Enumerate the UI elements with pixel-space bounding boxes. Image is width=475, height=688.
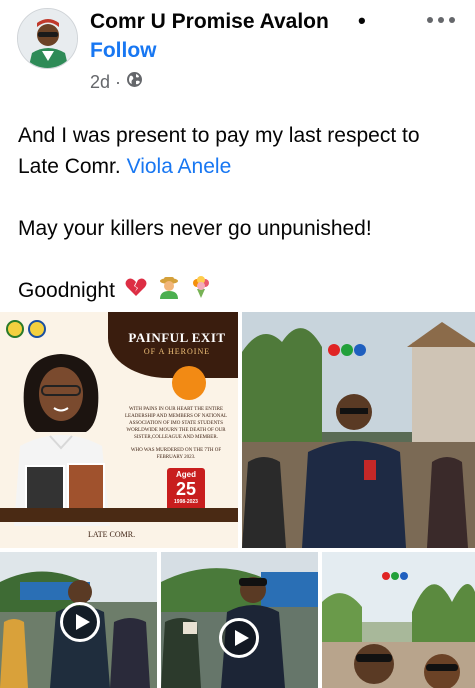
portrait-image — [14, 354, 110, 526]
body-paragraph-3: Goodnight — [18, 275, 463, 308]
body-line-3: Goodnight — [18, 279, 115, 303]
poster-title: PAINFUL EXIT — [128, 330, 226, 345]
more-options-icon[interactable] — [424, 4, 458, 34]
video-tile-2[interactable] — [161, 552, 318, 688]
media-grid: PAINFUL EXIT OF A HEROINE WITH PAINS IN … — [0, 312, 475, 688]
poster-text: WITH PAINS IN OUR HEART THE ENTIRE LEADE… — [120, 388, 232, 461]
follow-button[interactable]: Follow — [90, 39, 157, 63]
memorial-poster-image[interactable]: PAINFUL EXIT OF A HEROINE WITH PAINS IN … — [0, 312, 238, 548]
play-icon[interactable] — [219, 618, 259, 658]
video-tile-1[interactable] — [0, 552, 157, 688]
aged-years: 1998-2023 — [174, 499, 198, 505]
post-body: And I was present to pay my last respect… — [18, 120, 463, 308]
event-photo-2[interactable] — [322, 552, 475, 688]
globe-icon[interactable] — [126, 71, 143, 93]
poster-text-1: WITH PAINS IN OUR HEART THE ENTIRE LEADE… — [124, 407, 228, 440]
event-photo-scene — [322, 552, 475, 688]
author-name[interactable]: Comr U Promise Avalon — [90, 10, 329, 34]
aged-value: 25 — [175, 479, 197, 499]
post-meta: 2d · — [90, 71, 143, 93]
mention-link[interactable]: Viola Anele — [127, 155, 232, 178]
body-paragraph-1: And I was present to pay my last respect… — [18, 120, 463, 182]
post-header: Comr U Promise Avalon • Follow 2d · — [0, 0, 475, 100]
body-line-2: May your killers never go unpunished! — [18, 217, 372, 240]
play-icon[interactable] — [60, 602, 100, 642]
separator-dot: • — [358, 8, 366, 33]
broken-heart-emoji — [124, 275, 148, 308]
man-farmer-emoji — [157, 275, 181, 308]
poster-torn-band — [0, 508, 238, 522]
aged-label: Aged — [176, 470, 196, 479]
bouquet-emoji — [189, 275, 213, 308]
event-photo-1[interactable] — [242, 312, 475, 548]
poster-late-label: LATE COMR. — [88, 530, 136, 539]
event-photo-scene — [242, 312, 475, 548]
poster-text-2: WHO WAS MURDERED ON THE 7TH OF FEBRUARY … — [130, 448, 222, 460]
avatar-image — [18, 9, 77, 68]
timestamp[interactable]: 2d — [90, 72, 110, 93]
author-avatar[interactable] — [17, 8, 78, 69]
poster-subtitle: OF A HEROINE — [143, 347, 211, 356]
meta-dot: · — [115, 71, 122, 92]
